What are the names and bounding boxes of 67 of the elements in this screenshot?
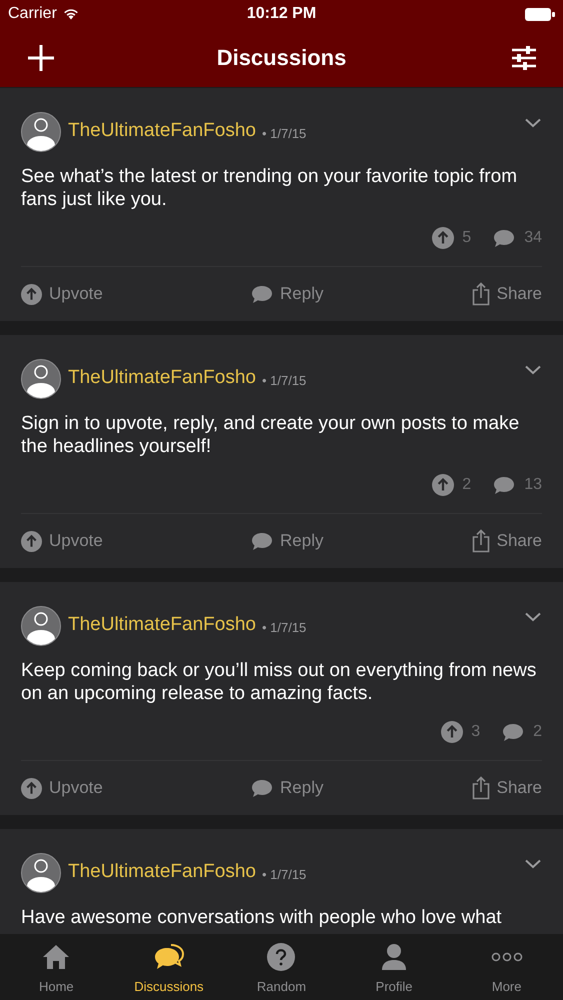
battery-icon: [525, 8, 555, 20]
reply-button[interactable]: Reply: [251, 528, 324, 554]
filter-icon[interactable]: [511, 46, 537, 70]
post-text: See what’s the latest or trending on your favorite topic from fans just like you.: [21, 165, 518, 211]
upvote-count: 5: [462, 228, 472, 248]
tab-bar-item[interactable]: Home: [0, 936, 113, 998]
upvote-count-icon: [432, 227, 454, 249]
post-text: Keep coming back or you’ll miss out on everything from news on an upcoming release to amazing facts.: [21, 659, 538, 705]
screen-title: Discussions: [216, 44, 346, 72]
more-icon: [490, 952, 523, 962]
upvote-icon: [21, 778, 42, 798]
upvote-count-icon: [432, 474, 454, 496]
time-label: 10:12 PM: [246, 4, 316, 24]
add-icon[interactable]: [26, 42, 56, 72]
upvote-icon: [21, 530, 42, 552]
share-button[interactable]: Share: [472, 528, 542, 554]
reply-count-icon: [493, 476, 516, 494]
share-button[interactable]: Share: [472, 775, 542, 801]
chat-bubbles-icon: [154, 944, 184, 970]
chevron-down-icon[interactable]: [524, 612, 542, 622]
share-icon: [472, 529, 490, 553]
home-icon: [42, 944, 70, 970]
reply-count-icon: [493, 228, 516, 248]
share-icon: [472, 776, 490, 800]
chevron-down-icon[interactable]: [524, 365, 542, 375]
upvote-button[interactable]: Upvote: [21, 775, 103, 801]
reply-button[interactable]: Reply: [251, 281, 324, 307]
upvote-count-icon: [441, 721, 464, 743]
tab-bar-item[interactable]: Profile: [338, 936, 450, 998]
author-name[interactable]: TheUltimateFanFosho: [68, 610, 256, 642]
reply-button[interactable]: Reply: [251, 775, 324, 801]
post-date: • 1/7/15: [262, 372, 306, 390]
author-name[interactable]: TheUltimateFanFosho: [68, 116, 256, 148]
post-text: Have awesome conversations with people who love what: [21, 906, 503, 929]
post-date: • 1/7/15: [262, 866, 306, 884]
reply-count: 13: [524, 475, 542, 495]
post-date: • 1/7/15: [262, 619, 306, 638]
share-icon: [472, 282, 490, 306]
reply-count: 34: [524, 228, 542, 248]
avatar-icon: [21, 853, 61, 893]
share-button[interactable]: Share: [472, 281, 542, 307]
question-icon: [267, 942, 296, 970]
upvote-button[interactable]: Upvote: [21, 281, 103, 307]
avatar-icon: [21, 112, 61, 152]
upvote-count: 3: [471, 722, 480, 742]
avatar-icon: [21, 606, 61, 646]
author-name[interactable]: TheUltimateFanFosho: [68, 364, 256, 394]
upvote-count: 2: [462, 475, 472, 495]
reply-count: 2: [533, 722, 542, 742]
reply-icon: [251, 532, 274, 550]
upvote-button[interactable]: Upvote: [21, 528, 103, 554]
wifi-icon: [62, 8, 79, 20]
chevron-down-icon[interactable]: [524, 118, 542, 128]
chevron-down-icon[interactable]: [524, 859, 542, 869]
tab-bar-item[interactable]: More: [450, 936, 563, 998]
post-date: • 1/7/15: [262, 125, 306, 144]
post-text: Sign in to upvote, reply, and create your own posts to make the headlines yourself!: [21, 412, 520, 458]
carrier-label: Carrier: [8, 4, 57, 24]
person-icon: [381, 942, 408, 970]
reply-icon: [251, 284, 274, 304]
reply-icon: [251, 778, 274, 798]
author-name[interactable]: TheUltimateFanFosho: [68, 858, 256, 888]
tab-bar-item[interactable]: Discussions: [112, 936, 226, 998]
avatar-icon: [21, 359, 61, 399]
reply-count-icon: [502, 722, 524, 742]
upvote-icon: [21, 284, 42, 304]
tab-bar-item[interactable]: Random: [225, 936, 338, 998]
